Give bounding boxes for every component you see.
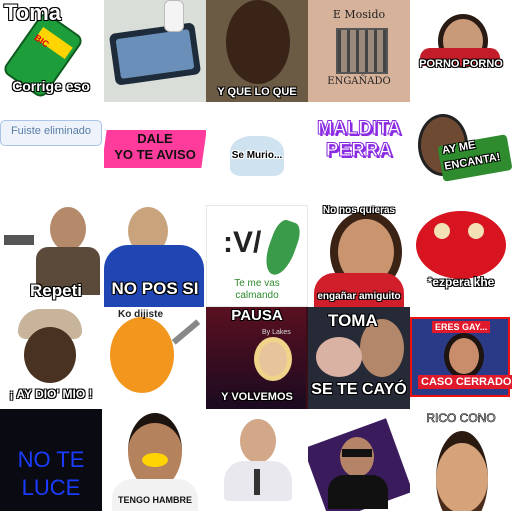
- sticker-ezpera-khe[interactable]: *ezpera khe: [410, 205, 512, 307]
- v-emoticon: :V/: [223, 226, 262, 259]
- rick-face: [50, 207, 86, 251]
- sticker-ko-dijiste[interactable]: Ko dijiste: [104, 307, 206, 409]
- toma-se-te-cayo-title: TOMA: [328, 311, 378, 330]
- yellow-mouth: [142, 453, 168, 467]
- orange-character: [110, 317, 174, 393]
- dale-label: DALE: [137, 131, 173, 146]
- microphone: [254, 469, 260, 495]
- sticker-no-pos-si[interactable]: NO POS SI: [104, 205, 206, 307]
- caso-cerrado-label: CASO CERRADO: [418, 375, 512, 389]
- ko-dijiste-label: Ko dijiste: [118, 309, 164, 320]
- no-te-label: NO TE: [17, 447, 85, 472]
- sticker-y-que-lo-que[interactable]: Y QUE LO QUE: [206, 0, 308, 102]
- sticker-se-murio[interactable]: Se Murio...: [206, 104, 308, 206]
- pausa-label: PAUSA: [231, 307, 283, 324]
- boy-face: [128, 413, 182, 489]
- sticker-tengo-hambre[interactable]: TENGO HAMBRE: [104, 409, 206, 511]
- calmando-line1: Te me vas: [234, 278, 280, 289]
- red-cartoon-face: [416, 211, 506, 279]
- sticker-dale-yo-te-aviso[interactable]: DALE YO TE AVISO: [104, 104, 206, 206]
- sticker-repeti[interactable]: Repeti: [0, 205, 102, 307]
- ay-dio-mio-label: ¡ AY DIO' MIO !: [9, 387, 93, 401]
- sticker-man-microphone[interactable]: [308, 409, 410, 511]
- eres-gay-label: ERES GAY...: [432, 321, 491, 333]
- mosido-label: E Mosido: [332, 8, 386, 21]
- ezpera-label: *ezpera khe: [427, 275, 495, 289]
- blonde-host-face: [254, 337, 292, 381]
- sticker-te-me-vas-calmando[interactable]: :V/ Te me vas calmando: [206, 205, 308, 307]
- sunglasses: [342, 449, 372, 457]
- man-face: [226, 0, 290, 84]
- volvemos-label: Y VOLVEMOS: [221, 391, 293, 403]
- tengo-hambre-label: TENGO HAMBRE: [118, 495, 192, 505]
- eliminado-label: Fuiste eliminado: [10, 125, 92, 137]
- old-woman-face: [24, 327, 76, 383]
- rico-cono-label: RICO CONO: [426, 411, 496, 426]
- window-bars: [336, 28, 388, 74]
- brain-image: [316, 337, 362, 377]
- perra-label: PERRA: [325, 140, 393, 162]
- sticker-grid: BIC Toma Corrige eso Y QUE LO QUE E Mosi…: [0, 0, 512, 511]
- quieras-label: No nos quieras: [322, 205, 396, 216]
- black-shirt: [328, 475, 388, 509]
- sticker-no-nos-quieras[interactable]: No nos quieras engañar amiguito: [308, 205, 410, 307]
- cartoon-eye-right: [468, 223, 484, 239]
- cartoon-eye-left: [434, 223, 450, 239]
- luce-label: LUCE: [21, 475, 81, 500]
- sticker-presenter[interactable]: [206, 409, 308, 511]
- se-te-cayo-label: SE TE CAYÓ: [311, 381, 407, 398]
- bald-man-face: [240, 419, 276, 463]
- y-que-lo-que-label: Y QUE LO QUE: [217, 86, 297, 98]
- knife: [171, 319, 201, 345]
- toma-label: Toma: [4, 0, 62, 25]
- sticker-porno-porno[interactable]: PORNO PORNO: [410, 0, 512, 102]
- aviso-label: YO TE AVISO: [114, 147, 196, 162]
- sticker-eres-gay-caso-cerrado[interactable]: ERES GAY... CASO CERRADO: [410, 307, 512, 409]
- corrige-label: Corrige eso: [12, 78, 90, 94]
- sticker-maldita-perra[interactable]: MALDITA PERRA: [308, 104, 410, 206]
- calmando-line2: calmando: [235, 290, 279, 301]
- repeti-label: Repeti: [30, 281, 82, 300]
- sticker-fuiste-eliminado[interactable]: Fuiste eliminado: [0, 104, 102, 206]
- sticker-no-te-luce[interactable]: NO TE LUCE: [0, 409, 102, 511]
- lakes-credit: By Lakes: [262, 329, 291, 336]
- liquid-bottle: [164, 0, 184, 32]
- no-pos-si-label: NO POS SI: [111, 279, 199, 298]
- se-murio-label: Se Murio...: [231, 150, 283, 161]
- green-leaf: [260, 217, 304, 279]
- porno-label: PORNO PORNO: [419, 58, 503, 70]
- maldita-label: MALDITA: [316, 118, 402, 140]
- man-sunglasses-face: [340, 437, 374, 477]
- judge-face: [444, 333, 484, 379]
- sticker-ay-dio-mio[interactable]: ¡ AY DIO' MIO !: [0, 307, 102, 409]
- bearded-man-face: [436, 431, 488, 511]
- sticker-pausa[interactable]: PAUSA By Lakes Y VOLVEMOS: [206, 307, 308, 409]
- sticker-ay-me-encanta[interactable]: AY ME ENCANTA!: [410, 104, 512, 206]
- sticker-toma-corrige[interactable]: BIC Toma Corrige eso: [0, 0, 102, 102]
- amiguito-label: engañar amiguito: [317, 291, 401, 302]
- sticker-rico-cono[interactable]: RICO CONO: [410, 409, 512, 511]
- enganado-label: ENGAÑADO: [327, 76, 391, 87]
- sticker-phone-pour[interactable]: [104, 0, 206, 102]
- pistol: [4, 235, 34, 245]
- sticker-toma-se-te-cayo[interactable]: TOMA SE TE CAYÓ: [308, 307, 410, 409]
- sticker-me-ha-engañado[interactable]: E Mosido ENGAÑADO: [308, 0, 410, 102]
